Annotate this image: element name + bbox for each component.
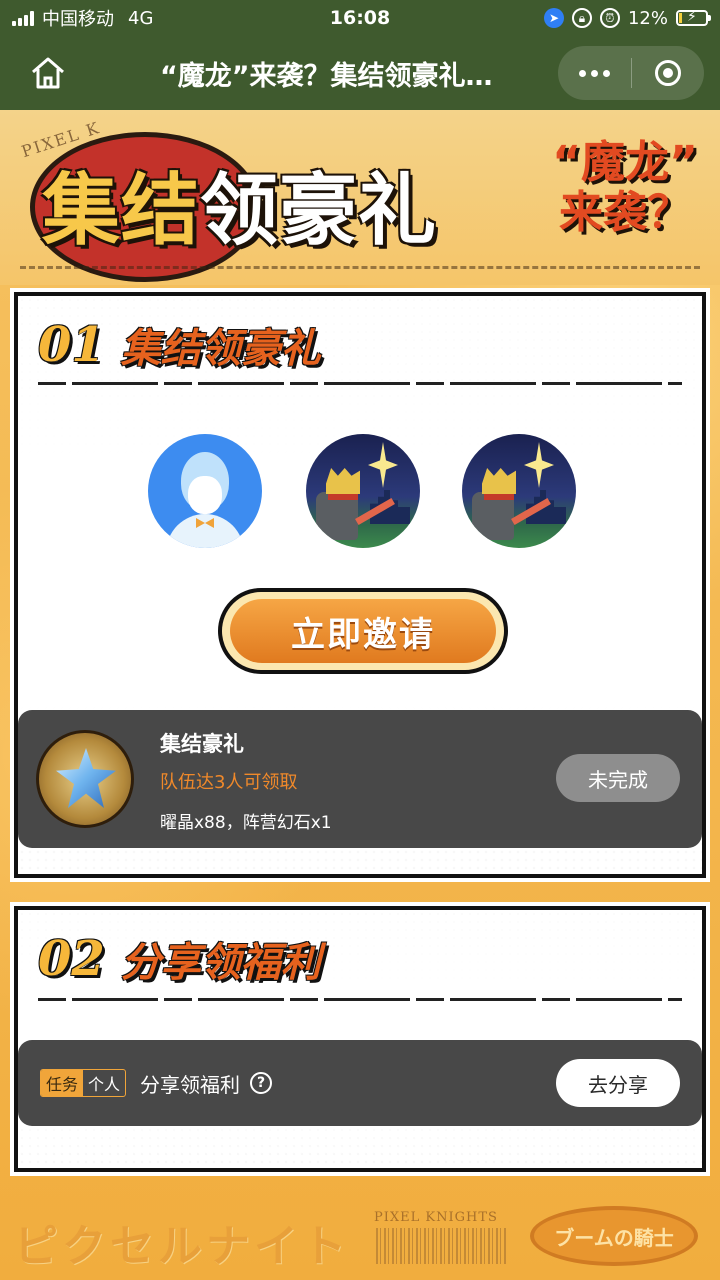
share-task-panel: 任务 个人 分享领福利 ? 去分享 xyxy=(18,1040,702,1126)
close-capsule-icon xyxy=(654,60,681,86)
section2-title: 分享领福利 xyxy=(120,940,321,986)
invite-button[interactable]: 立即邀请 xyxy=(218,588,508,674)
reward-condition: 队伍达3人可领取 xyxy=(160,772,298,793)
more-button[interactable] xyxy=(558,69,631,77)
status-right: ➤ 🔒︎ ⏰︎ 12% ⚡︎ xyxy=(543,7,711,29)
location-icon: ➤ xyxy=(543,8,564,28)
star-medal-icon xyxy=(36,730,134,828)
reward-items: 曜晶x88，阵营幻石x1 xyxy=(160,813,332,833)
footer-art: ピクセルナイト PIXEL KNIGHTS ブームの騎士 xyxy=(0,1192,720,1280)
banner-divider xyxy=(20,266,700,270)
footer-kana-logo: ピクセルナイト xyxy=(14,1221,350,1272)
lock-rotation-icon: 🔒︎ xyxy=(571,8,592,28)
avatar-knight[interactable] xyxy=(306,434,420,548)
section2-header: 02 分享领福利 xyxy=(38,930,321,988)
section2-divider xyxy=(38,998,682,1001)
battery-icon: ⚡︎ xyxy=(676,9,711,26)
banner-subtitle-line2: 来袭？ xyxy=(559,187,691,238)
signal-icon xyxy=(12,10,34,26)
reward-status-button[interactable]: 未完成 xyxy=(556,754,680,802)
home-icon xyxy=(32,57,64,89)
status-left: 中国移动 4G xyxy=(12,5,153,31)
mini-program-capsule xyxy=(558,46,704,100)
section-share-card: 02 分享领福利 任务 个人 分享领福利 ? 去分享 xyxy=(10,902,710,1176)
section-gather-card: 01 集结领豪礼 立即邀请 集结豪礼 队伍达3人可领取 曜晶x88，阵营幻石x1… xyxy=(10,288,710,882)
section2-number: 02 xyxy=(38,931,105,987)
invite-button-label: 立即邀请 xyxy=(230,599,496,663)
reward-panel: 集结豪礼 队伍达3人可领取 曜晶x88，阵营幻石x1 未完成 xyxy=(18,710,702,848)
section1-divider xyxy=(38,382,682,385)
section1-number: 01 xyxy=(38,317,105,373)
team-avatars xyxy=(148,434,578,550)
task-name: 分享领福利 xyxy=(140,1072,241,1097)
footer-oval-logo: ブームの騎士 xyxy=(530,1206,698,1266)
avatar-knight[interactable] xyxy=(462,434,576,548)
banner-subtitle-line1: “魔龙” xyxy=(552,137,698,188)
section1-header: 01 集结领豪礼 xyxy=(38,316,321,374)
close-capsule-button[interactable] xyxy=(632,60,705,86)
tag-task: 任务 xyxy=(41,1070,84,1096)
carrier-label: 中国移动 xyxy=(42,9,114,30)
tag-personal: 个人 xyxy=(88,1075,121,1094)
network-label: 4G xyxy=(128,7,154,29)
banner-title: 集结领豪礼 xyxy=(42,148,437,260)
barcode-graphic xyxy=(376,1228,506,1264)
more-icon xyxy=(578,69,586,77)
status-bar: 中国移动 4G 16:08 ➤ 🔒︎ ⏰︎ 12% ⚡︎ xyxy=(0,0,720,36)
footer-brand: PIXEL KNIGHTS xyxy=(374,1210,498,1225)
home-button[interactable] xyxy=(18,43,78,103)
banner-title-white: 领豪礼 xyxy=(200,166,438,256)
nav-bar: “魔龙”来袭？集结领豪礼… xyxy=(0,36,720,110)
reward-title: 集结豪礼 xyxy=(160,732,244,756)
share-button[interactable]: 去分享 xyxy=(556,1059,680,1107)
task-tags: 任务 个人 xyxy=(40,1069,127,1097)
help-icon[interactable]: ? xyxy=(250,1072,273,1094)
avatar-empty-slot[interactable] xyxy=(148,434,262,548)
battery-percent: 12% xyxy=(627,7,668,29)
banner-title-gold: 集结 xyxy=(42,166,201,256)
banner: PIXEL K 集结领豪礼 “魔龙” 来袭？ xyxy=(0,110,720,285)
section1-title: 集结领豪礼 xyxy=(120,326,321,372)
alarm-icon: ⏰︎ xyxy=(599,8,620,28)
page-title: “魔龙”来袭？集结领豪礼… xyxy=(160,60,493,92)
